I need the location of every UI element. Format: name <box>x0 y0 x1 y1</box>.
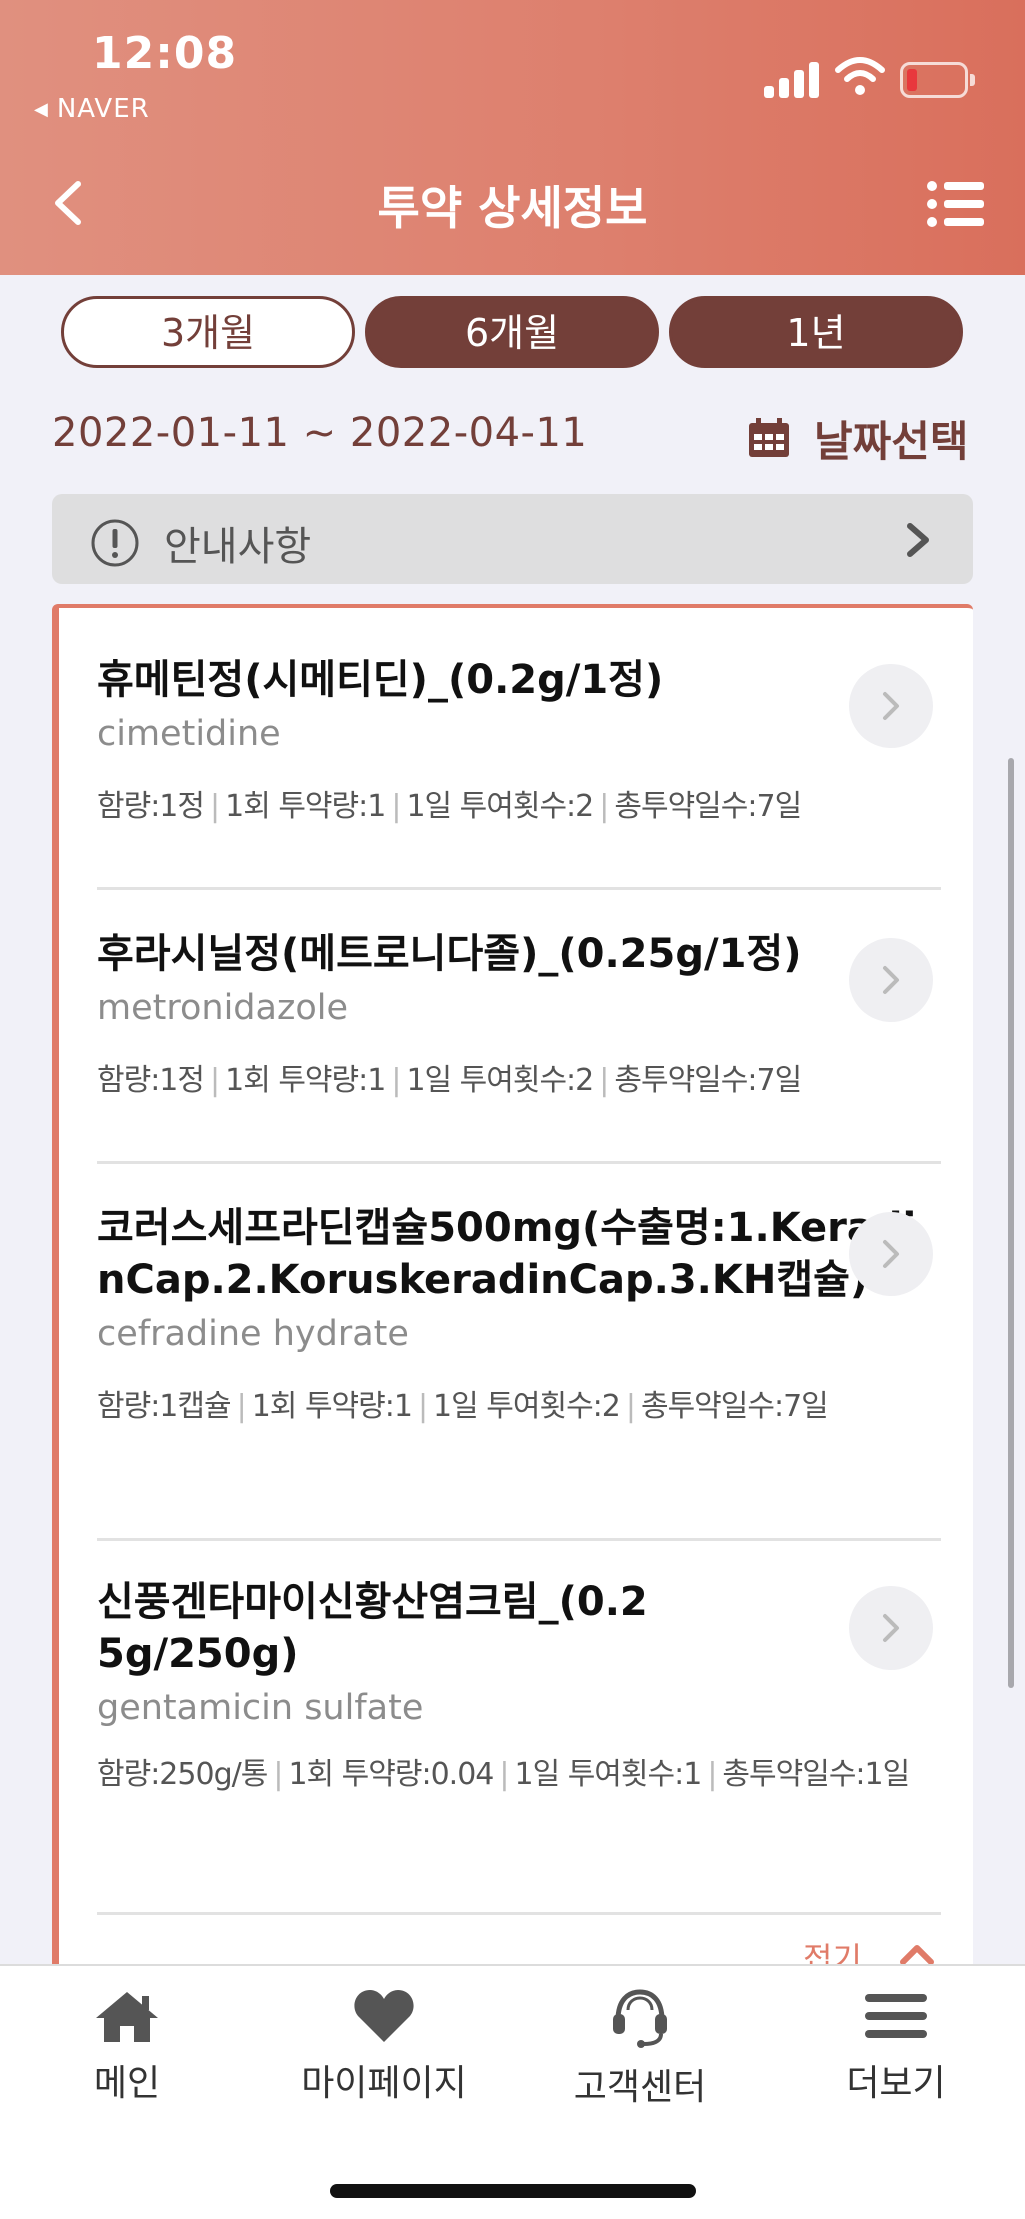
wifi-icon <box>835 57 885 95</box>
heart-icon <box>354 1990 414 2042</box>
detail-dose: 1회 투약량:0.04 <box>288 1757 494 1792</box>
list-item: 휴메틴정(시메티딘)_(0.2g/1정) cimetidine 함량:1정 | 1회… <box>97 654 941 826</box>
detail-amount: 함량:1캡슐 <box>97 1389 232 1424</box>
nav-label-main: 메인 <box>93 2063 161 2104</box>
nav-item-customer-center[interactable]: 고객센터 <box>540 1988 740 2110</box>
drug-details: 함량:1정 | 1회 투약량:1 | 1일 투여횟수:2 | 총투약일수:7일 <box>97 1063 802 1098</box>
list-menu-icon[interactable] <box>926 180 986 228</box>
drug-details: 함량:250g/통 | 1회 투약량:0.04 | 1일 투여횟수:1 | 총투약일수:1일 <box>97 1757 910 1792</box>
tab-1-year[interactable]: 1년 <box>669 296 963 368</box>
nav-item-more[interactable]: 더보기 <box>796 1988 996 2106</box>
divider <box>97 1161 941 1164</box>
scrollbar[interactable] <box>1008 758 1014 1688</box>
detail-total-days: 총투약일수:7일 <box>614 789 802 824</box>
date-range: 2022-01-11 ~ 2022-04-11 <box>52 410 588 456</box>
divider <box>97 1538 941 1541</box>
medication-list: 휴메틴정(시메티딘)_(0.2g/1정) cimetidine 함량:1정 | 1회… <box>52 604 973 1964</box>
list-item: 코러스세프라딘캡슐500mg(수출명:1.KeradinCap.2.Korusk… <box>97 1202 941 1426</box>
headset-icon <box>613 1989 667 2048</box>
drug-generic-name: cefradine hydrate <box>97 1314 409 1354</box>
chevron-right-icon <box>883 1240 899 1268</box>
page-title: 투약 상세정보 <box>377 181 648 235</box>
list-item: 신풍겐타마이신황산염크림_(0.25g/250g) gentamicin sul… <box>97 1576 941 1794</box>
back-app-label: NAVER <box>56 94 150 124</box>
detail-frequency: 1일 투여횟수:2 <box>406 789 594 824</box>
detail-dose: 1회 투약량:1 <box>225 1063 386 1098</box>
detail-frequency: 1일 투여횟수:2 <box>433 1389 621 1424</box>
tab-6-months[interactable]: 6개월 <box>365 296 659 368</box>
drug-details: 함량:1정 | 1회 투약량:1 | 1일 투여횟수:2 | 총투약일수:7일 <box>97 789 802 824</box>
detail-total-days: 총투약일수:1일 <box>722 1757 910 1792</box>
chevron-right-icon <box>883 692 899 720</box>
drug-generic-name: gentamicin sulfate <box>97 1688 424 1728</box>
chevron-right-icon <box>883 1614 899 1642</box>
detail-total-days: 총투약일수:7일 <box>614 1063 802 1098</box>
drug-detail-button[interactable] <box>849 1586 933 1670</box>
status-time: 12:08 <box>92 28 238 79</box>
notice-bar[interactable]: 안내사항 <box>52 494 973 584</box>
home-icon <box>96 1992 158 2042</box>
exclamation-circle-icon <box>91 519 139 567</box>
divider <box>97 887 941 890</box>
battery-icon <box>900 62 975 98</box>
divider <box>97 1912 941 1915</box>
date-select-button[interactable]: 날짜선택 <box>814 408 969 469</box>
hamburger-icon <box>865 1994 927 2038</box>
signal-icon <box>764 60 820 98</box>
drug-generic-name: cimetidine <box>97 714 281 754</box>
chevron-up-icon[interactable] <box>897 1940 937 1964</box>
back-triangle-icon: ◀ <box>34 99 49 120</box>
drug-name: 후라시닐정(메트로니다졸)_(0.25g/1정) <box>97 931 802 977</box>
drug-name: 신풍겐타마이신황산염크림_(0.25g/250g) <box>97 1579 648 1677</box>
bottom-nav: 메인 마이페이지 고객센터 더보기 <box>0 1964 1025 2219</box>
drug-name: 휴메틴정(시메티딘)_(0.2g/1정) <box>97 657 664 703</box>
drug-detail-button[interactable] <box>849 664 933 748</box>
drug-details: 함량:1캡슐 | 1회 투약량:1 | 1일 투여횟수:2 | 총투약일수:7일 <box>97 1389 829 1424</box>
detail-dose: 1회 투약량:1 <box>251 1389 413 1424</box>
drug-name: 코러스세프라딘캡슐500mg(수출명:1.KeradinCap.2.Korusk… <box>97 1205 917 1303</box>
home-indicator[interactable] <box>330 2184 696 2198</box>
chevron-right-icon <box>907 523 929 557</box>
detail-amount: 함량:1정 <box>97 789 205 824</box>
nav-item-main[interactable]: 메인 <box>27 1988 227 2106</box>
back-to-app-link[interactable]: ◀ NAVER <box>34 94 150 124</box>
list-item: 후라시닐정(메트로니다졸)_(0.25g/1정) metronidazole 함… <box>97 928 941 1100</box>
detail-frequency: 1일 투여횟수:2 <box>406 1063 594 1098</box>
drug-detail-button[interactable] <box>849 1212 933 1296</box>
detail-amount: 함량:250g/통 <box>97 1757 268 1792</box>
drug-detail-button[interactable] <box>849 938 933 1022</box>
app-header: 12:08 ◀ NAVER 투약 상세정보 <box>0 0 1025 275</box>
nav-label-more: 더보기 <box>846 2063 946 2104</box>
notice-label: 안내사항 <box>164 524 312 570</box>
detail-frequency: 1일 투여횟수:1 <box>514 1757 702 1792</box>
drug-generic-name: metronidazole <box>97 988 348 1028</box>
detail-dose: 1회 투약량:1 <box>225 789 386 824</box>
chevron-right-icon <box>883 966 899 994</box>
nav-item-mypage[interactable]: 마이페이지 <box>284 1988 484 2106</box>
calendar-icon[interactable] <box>748 418 790 458</box>
nav-label-customer-center: 고객센터 <box>573 2067 707 2108</box>
nav-label-mypage: 마이페이지 <box>301 2063 467 2104</box>
detail-total-days: 총투약일수:7일 <box>640 1389 829 1424</box>
fold-button[interactable]: 접기 <box>803 1934 862 1964</box>
detail-amount: 함량:1정 <box>97 1063 205 1098</box>
tab-3-months[interactable]: 3개월 <box>61 296 355 368</box>
